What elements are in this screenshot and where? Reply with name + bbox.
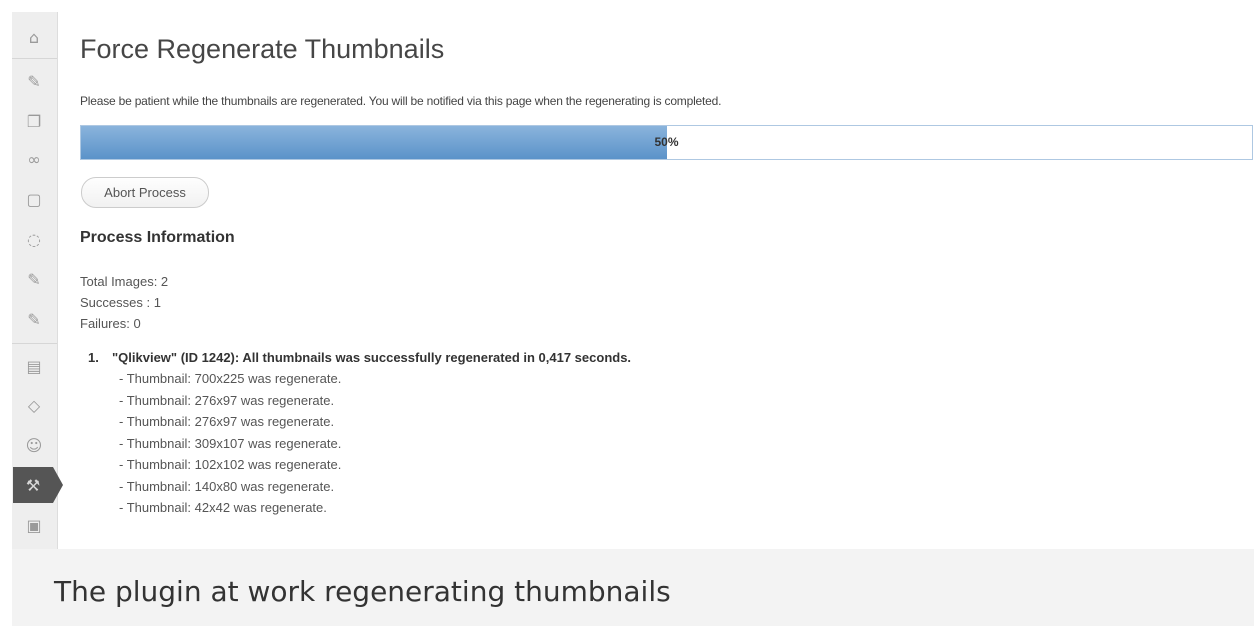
thumbnail-line: - Thumbnail: 276x97 was regenerate. — [119, 414, 335, 429]
progress-label: 50% — [654, 135, 679, 149]
wp-admin-screen: ⌂ ✎ ❐ ∞ ▢ ◌ ✎ ✎ ▤ ◇ ☺ ⚒ ▣ Force Regenera… — [12, 12, 1254, 549]
result-number: 1. — [88, 350, 99, 365]
admin-sidebar: ⌂ ✎ ❐ ∞ ▢ ◌ ✎ ✎ ▤ ◇ ☺ ⚒ ▣ — [12, 12, 63, 549]
failures-count: Failures: 0 — [80, 316, 141, 331]
appearance-icon[interactable]: ▤ — [21, 353, 47, 379]
links-icon[interactable]: ∞ — [21, 146, 47, 172]
comments-icon[interactable]: ◌ — [21, 226, 47, 252]
patience-notice: Please be patient while the thumbnails a… — [80, 94, 722, 108]
process-info-title: Process Information — [80, 229, 235, 246]
results-list: 1. "Qlikview" (ID 1242): All thumbnails w… — [88, 347, 631, 519]
result-summary: 1. "Qlikview" (ID 1242): All thumbnails w… — [88, 347, 631, 368]
dashboard-icon[interactable]: ⌂ — [21, 24, 47, 50]
abort-process-button[interactable]: Abort Process — [81, 177, 209, 208]
pages-icon[interactable]: ▢ — [21, 186, 47, 212]
thumbnail-line: - Thumbnail: 309x107 was regenerate. — [119, 435, 342, 451]
sidebar-separator — [12, 343, 57, 344]
progress-bar: 50% — [80, 125, 1253, 160]
figure-frame: ⌂ ✎ ❐ ∞ ▢ ◌ ✎ ✎ ▤ ◇ ☺ ⚒ ▣ Force Regenera… — [12, 12, 1254, 626]
figure-caption: The plugin at work regenerating thumbnai… — [54, 575, 671, 608]
posts-pin-icon[interactable]: ✎ — [21, 68, 47, 94]
thumbnail-line: - Thumbnail: 700x225 was regenerate. — [119, 371, 342, 386]
page-title: Force Regenerate Thumbnails — [80, 34, 445, 64]
result-summary-text: "Qlikview" (ID 1242): All thumbnails was… — [112, 350, 632, 365]
thumbnail-line: - Thumbnail: 102x102 was regenerate. — [119, 457, 342, 472]
pin-icon[interactable]: ✎ — [21, 306, 47, 332]
main-content: Force Regenerate Thumbnails Please be pa… — [80, 12, 1254, 549]
sidebar-separator — [12, 58, 57, 59]
plugins-icon[interactable]: ◇ — [21, 392, 47, 418]
total-images: Total Images: 2 — [80, 274, 169, 289]
media-icon[interactable]: ❐ — [21, 108, 47, 134]
tools-icon[interactable]: ⚒ — [13, 467, 63, 503]
process-stats: Total Images: 2 Successes : 1 Failures: … — [80, 271, 168, 334]
successes-count: Successes : 1 — [80, 295, 161, 310]
users-icon[interactable]: ☺ — [21, 432, 47, 458]
pin-icon[interactable]: ✎ — [21, 266, 47, 292]
thumbnail-line: - Thumbnail: 140x80 was regenerate. — [119, 478, 335, 494]
thumbnail-line: - Thumbnail: 276x97 was regenerate. — [119, 392, 335, 408]
thumbnail-line: - Thumbnail: 42x42 was regenerate. — [119, 500, 327, 515]
settings-icon[interactable]: ▣ — [21, 512, 47, 538]
